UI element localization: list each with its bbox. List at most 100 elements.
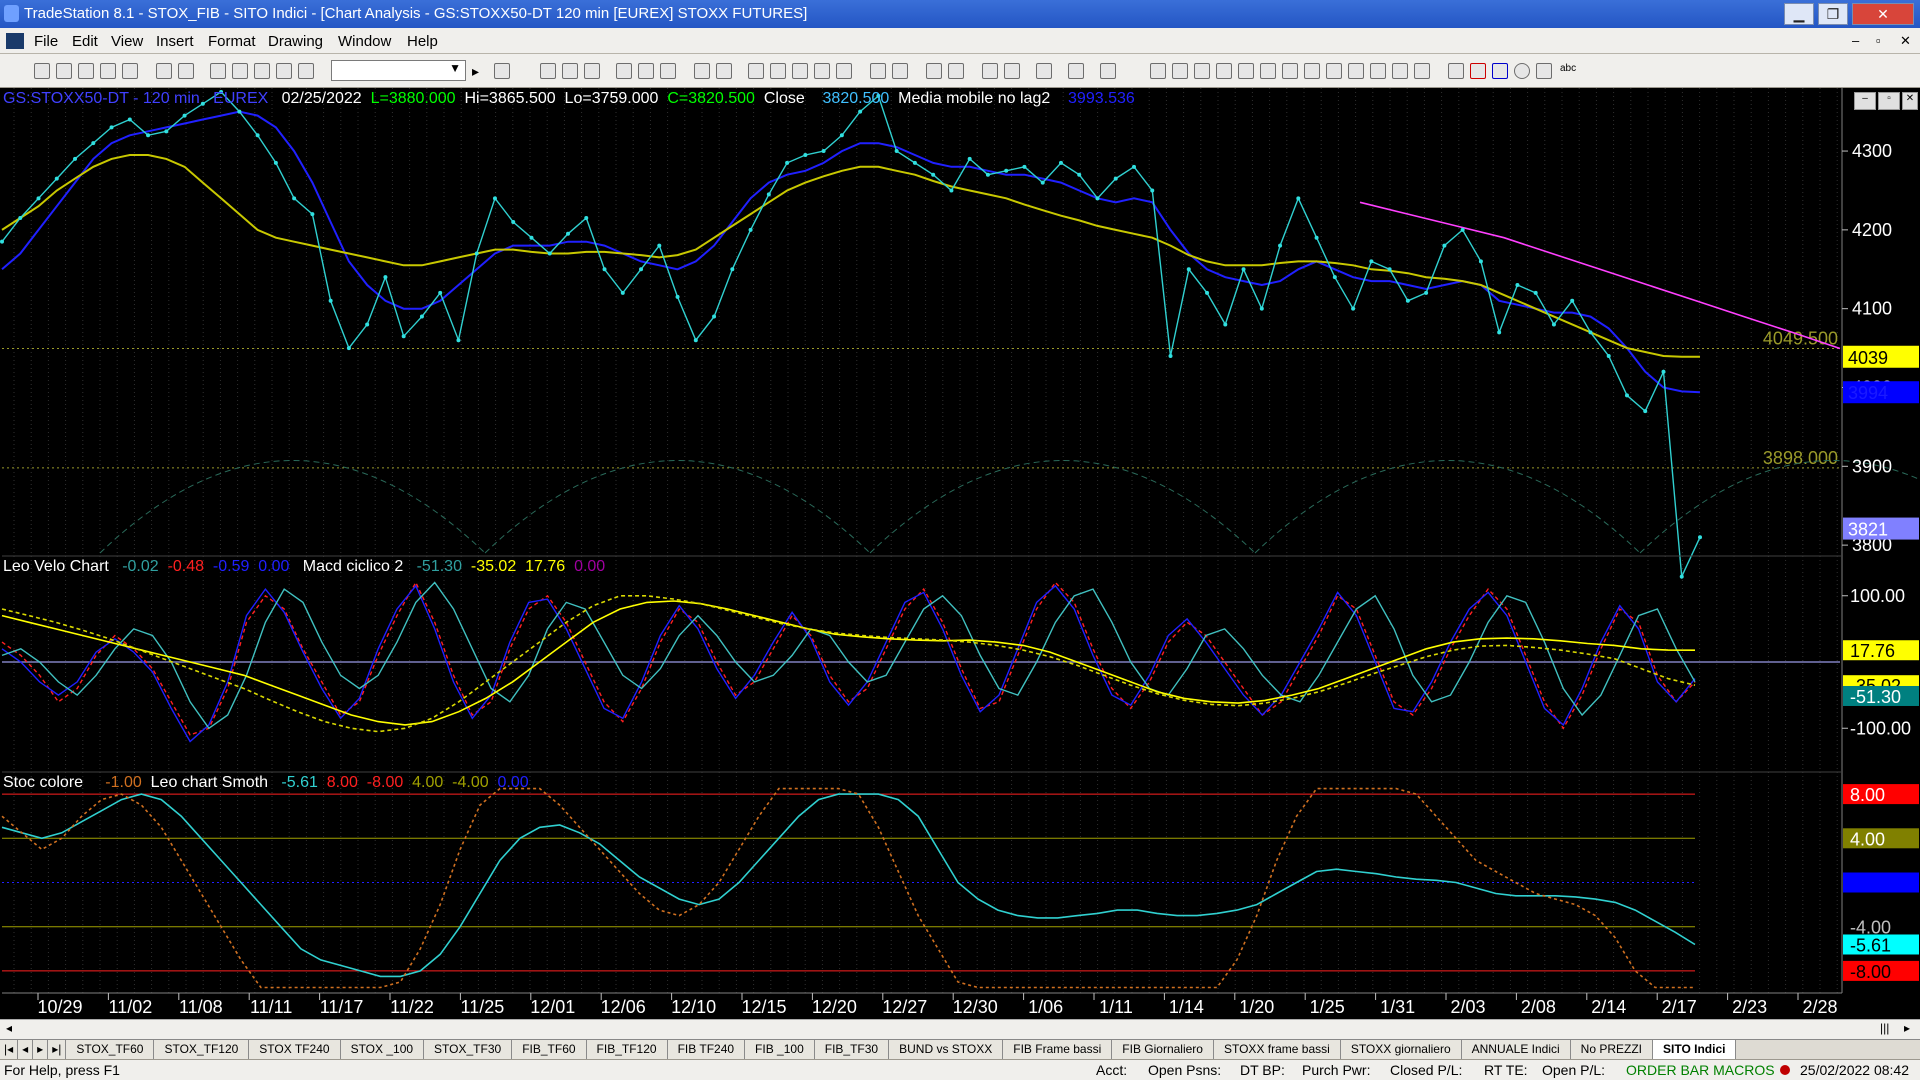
scroll-left-icon[interactable]: ◂: [6, 1021, 12, 1035]
tab-bund-vs-stoxx[interactable]: BUND vs STOXX: [889, 1040, 1004, 1059]
pencil-icon[interactable]: [1414, 63, 1430, 79]
maximize-button[interactable]: ❐: [1818, 3, 1848, 25]
andrews-icon[interactable]: [1304, 63, 1320, 79]
tab-fib-tf240[interactable]: FIB TF240: [667, 1040, 746, 1059]
compress-x-icon[interactable]: [892, 63, 908, 79]
mdi-minimize-button[interactable]: –: [1852, 33, 1859, 48]
chart-style-icon[interactable]: [660, 63, 676, 79]
refresh-icon[interactable]: [694, 63, 710, 79]
tab-stox-tf30[interactable]: STOX_TF30: [424, 1040, 513, 1059]
menu-window[interactable]: Window: [338, 33, 391, 50]
rectangle-icon[interactable]: [1536, 63, 1552, 79]
crosshair-icon[interactable]: [1004, 63, 1020, 79]
indicator-icon[interactable]: [748, 63, 764, 79]
workspace-icon[interactable]: [100, 63, 116, 79]
open-icon[interactable]: [56, 63, 72, 79]
zoom-in-icon[interactable]: [926, 63, 942, 79]
tab-fib-100[interactable]: FIB _100: [745, 1040, 815, 1059]
fib-icon[interactable]: [1216, 63, 1232, 79]
arrow-right-icon[interactable]: ▸: [472, 63, 488, 79]
expand-x-icon[interactable]: [870, 63, 886, 79]
menu-help[interactable]: Help: [407, 33, 438, 50]
regression-icon[interactable]: [1260, 63, 1276, 79]
horizontal-line-icon[interactable]: [1194, 63, 1210, 79]
cascade-icon[interactable]: [232, 63, 248, 79]
arrow-up-icon[interactable]: [1492, 63, 1508, 79]
link-icon[interactable]: [616, 63, 632, 79]
tab-fib-frame-bassi[interactable]: FIB Frame bassi: [1003, 1040, 1113, 1059]
strategy-icon[interactable]: [770, 63, 786, 79]
tools-icon[interactable]: [276, 63, 292, 79]
print-icon[interactable]: [156, 63, 172, 79]
data-window-icon[interactable]: [1100, 63, 1116, 79]
scale-icon[interactable]: [638, 63, 654, 79]
menu-edit[interactable]: Edit: [72, 33, 98, 50]
mdi-close-button[interactable]: ✕: [1900, 33, 1911, 49]
globe-icon[interactable]: [298, 63, 314, 79]
tab-fib-giornaliero[interactable]: FIB Giornaliero: [1112, 1040, 1214, 1059]
window-icon[interactable]: [210, 63, 226, 79]
curve-icon[interactable]: [1448, 63, 1464, 79]
scroll-right-icon[interactable]: ▸: [1904, 1021, 1910, 1035]
mdi-restore-button[interactable]: ▫: [1876, 33, 1881, 48]
parallel-icon[interactable]: [1370, 63, 1386, 79]
hammer-icon[interactable]: [1036, 63, 1052, 79]
tab-no-prezzi[interactable]: No PREZZI: [1570, 1040, 1654, 1059]
scroll-grip-icon[interactable]: |||: [1880, 1021, 1889, 1035]
tab-sito-indici[interactable]: SITO Indici: [1653, 1040, 1737, 1059]
menu-file[interactable]: File: [34, 33, 58, 50]
panel-close-button[interactable]: ✕: [1902, 92, 1918, 110]
chevron-down-icon[interactable]: ▼: [449, 61, 461, 75]
chart-area[interactable]: 4049.5003898.000430042004100400039003800…: [0, 88, 1920, 1023]
menu-format[interactable]: Format: [208, 33, 256, 50]
radar-icon[interactable]: [792, 63, 808, 79]
tab-stox-tf60[interactable]: STOX_TF60: [66, 1040, 155, 1059]
tab-annuale-indici[interactable]: ANNUALE Indici: [1461, 1040, 1571, 1059]
folder-icon[interactable]: [122, 63, 138, 79]
speed-lines-icon[interactable]: [1282, 63, 1298, 79]
bars-icon[interactable]: [814, 63, 830, 79]
menu-view[interactable]: View: [111, 33, 143, 50]
new-icon[interactable]: [34, 63, 50, 79]
tab-fib-tf120[interactable]: FIB_TF120: [586, 1040, 668, 1059]
horizontal-scrollbar[interactable]: ◂ ||| ▸: [0, 1019, 1920, 1039]
arrows-horizontal-icon[interactable]: [1348, 63, 1364, 79]
ellipse-icon[interactable]: [1514, 63, 1530, 79]
tab-fib-tf60[interactable]: FIB_TF60: [512, 1040, 587, 1059]
lock-icon[interactable]: [254, 63, 270, 79]
tab-stox-tf240[interactable]: STOX TF240: [249, 1040, 341, 1059]
symbol-combo[interactable]: ▼: [331, 60, 466, 81]
tab-stoxx-giornaliero[interactable]: STOXX giornaliero: [1340, 1040, 1462, 1059]
gann-icon[interactable]: [1238, 63, 1254, 79]
tab-nav-next-icon[interactable]: ▸: [33, 1040, 49, 1059]
pointer-icon[interactable]: [982, 63, 998, 79]
format-icon[interactable]: [1068, 63, 1084, 79]
minimize-button[interactable]: ▁: [1784, 3, 1814, 25]
trendline-icon[interactable]: [1150, 63, 1166, 79]
tab-nav-prev-icon[interactable]: ◂: [18, 1040, 34, 1059]
menu-drawing[interactable]: Drawing: [268, 33, 323, 50]
panel-restore-button[interactable]: ▫: [1878, 92, 1900, 110]
line-chart-icon[interactable]: [562, 63, 578, 79]
tab-nav-last-icon[interactable]: ▸|: [48, 1040, 67, 1059]
tab-stox-tf120[interactable]: STOX_TF120: [154, 1040, 250, 1059]
save-icon[interactable]: [78, 63, 94, 79]
arrow-down-icon[interactable]: [1470, 63, 1486, 79]
dual-window-icon[interactable]: [716, 63, 732, 79]
tab-nav-first-icon[interactable]: |◂: [0, 1040, 19, 1059]
volume-icon[interactable]: [836, 63, 852, 79]
print-preview-icon[interactable]: [178, 63, 194, 79]
bar-chart-icon[interactable]: [540, 63, 556, 79]
panel-minimize-button[interactable]: –: [1854, 92, 1876, 110]
tab-stoxx-frame-bassi[interactable]: STOXX frame bassi: [1213, 1040, 1341, 1059]
close-button[interactable]: ✕: [1852, 3, 1914, 25]
menu-insert[interactable]: Insert: [156, 33, 194, 50]
find-icon[interactable]: [494, 63, 510, 79]
status-macros[interactable]: ORDER BAR MACROS: [1626, 1062, 1775, 1078]
angle-icon[interactable]: [1326, 63, 1342, 79]
channel-icon[interactable]: [1172, 63, 1188, 79]
table-icon[interactable]: [584, 63, 600, 79]
zoom-out-icon[interactable]: [948, 63, 964, 79]
text-icon[interactable]: abc: [1560, 63, 1576, 79]
arc-icon[interactable]: [1392, 63, 1408, 79]
